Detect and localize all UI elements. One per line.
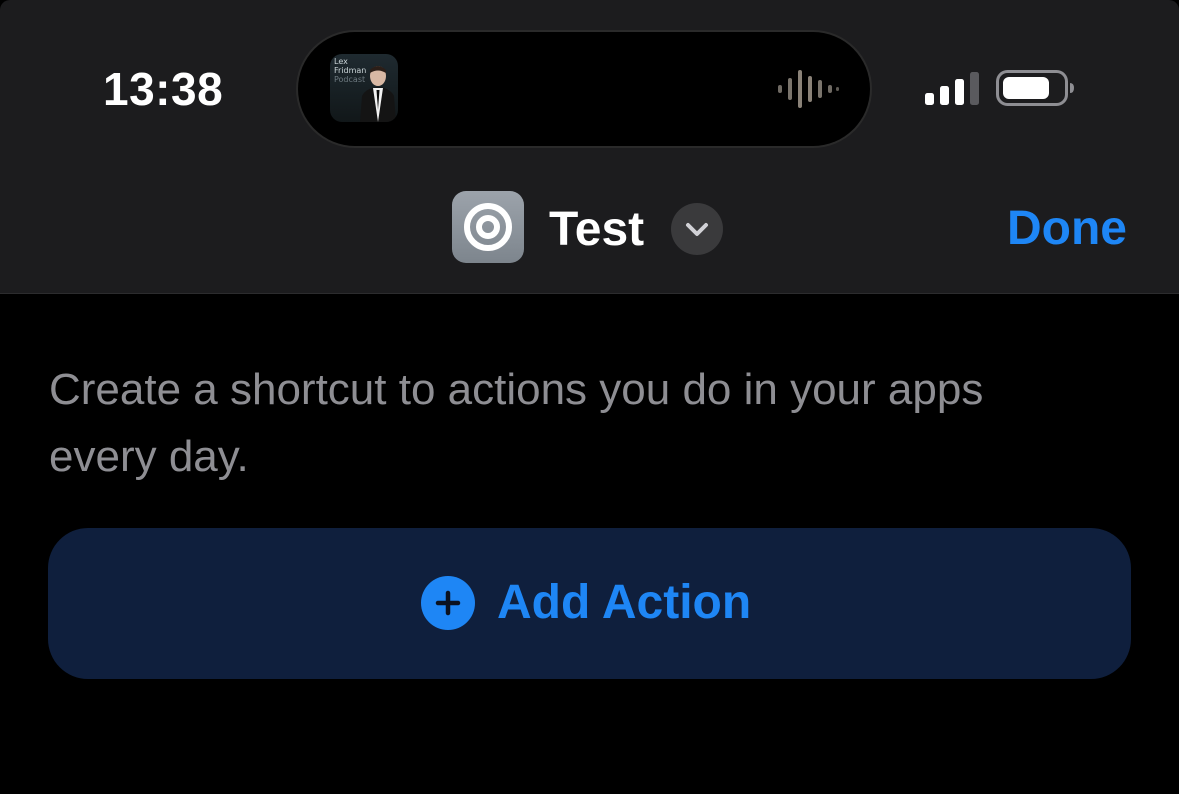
header-area: 13:38 Lex Fridman Podcast Test Done: [0, 0, 1179, 294]
chevron-down-icon: [686, 223, 708, 236]
shortcut-editor-screen: 13:38 Lex Fridman Podcast Test Done Crea…: [0, 0, 1179, 794]
artwork-person-image: [360, 66, 396, 122]
status-time: 13:38: [103, 63, 224, 115]
title-menu-button[interactable]: [671, 203, 723, 255]
shortcut-target-icon[interactable]: [452, 191, 524, 263]
cellular-signal-icon: [925, 72, 979, 105]
done-button[interactable]: Done: [1007, 201, 1127, 256]
plus-circle-icon: [421, 576, 475, 630]
shortcut-title[interactable]: Test: [549, 202, 644, 257]
add-action-label: Add Action: [497, 576, 752, 629]
audio-waveform-icon: [778, 70, 839, 108]
podcast-artwork[interactable]: Lex Fridman Podcast: [330, 54, 398, 122]
empty-state-description: Create a shortcut to actions you do in y…: [49, 365, 984, 481]
battery-icon: [996, 70, 1074, 106]
add-action-button[interactable]: Add Action: [48, 528, 1131, 679]
dynamic-island[interactable]: Lex Fridman Podcast: [298, 32, 870, 146]
target-glyph: [464, 203, 512, 251]
plus-glyph: [435, 590, 461, 616]
